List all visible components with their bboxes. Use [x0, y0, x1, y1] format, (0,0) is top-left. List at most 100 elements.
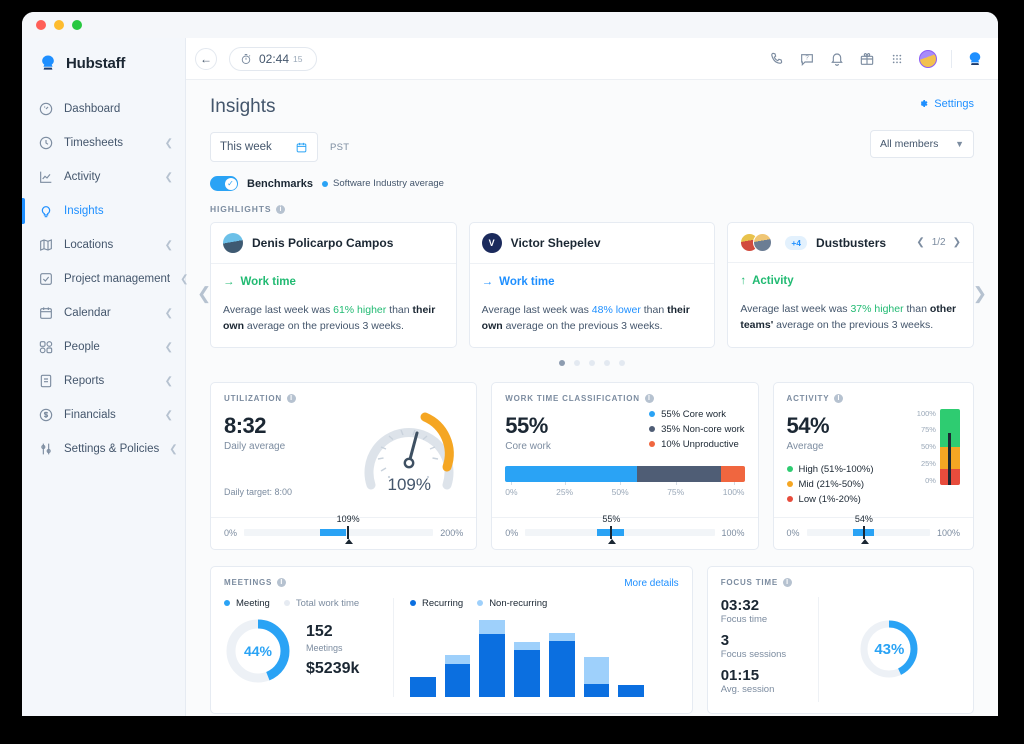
- carousel-dot[interactable]: [559, 360, 565, 366]
- activity-axis: 100% 75% 50% 25% 0%: [917, 409, 936, 485]
- gauge-icon: [38, 101, 54, 117]
- date-range-select[interactable]: This week: [210, 132, 318, 162]
- wtc-benchmark: 0% 55% 100%: [492, 517, 757, 549]
- info-icon[interactable]: i: [277, 578, 286, 587]
- carousel-dot[interactable]: [604, 360, 610, 366]
- sidebar-item-activity[interactable]: Activity ❮: [22, 160, 185, 194]
- wtc-axis: 0% 25% 50% 75% 100%: [505, 487, 744, 497]
- sidebar-item-insights[interactable]: Insights: [22, 194, 185, 228]
- chart-icon: [38, 169, 54, 185]
- window-maximize-button[interactable]: [72, 20, 82, 30]
- meetings-summary: Meeting Total work time: [224, 598, 394, 697]
- sidebar-item-timesheets[interactable]: Timesheets ❮: [22, 126, 185, 160]
- benchmark-scale[interactable]: 109%: [244, 529, 433, 536]
- info-icon[interactable]: i: [783, 578, 792, 587]
- brand[interactable]: Hubstaff: [22, 38, 185, 88]
- highlight-card-name: Dustbusters: [816, 236, 886, 250]
- carousel-prev-button[interactable]: ❮: [197, 284, 211, 304]
- scale-min: 0%: [505, 528, 518, 538]
- gift-icon[interactable]: [859, 51, 875, 67]
- bar-column[interactable]: [618, 685, 644, 697]
- legend-item: Non-recurring: [477, 598, 547, 609]
- chevron-left-icon: ❮: [165, 308, 173, 319]
- carousel-dot[interactable]: [619, 360, 625, 366]
- arrow-up-icon: ↑: [740, 275, 746, 287]
- more-details-link[interactable]: More details: [624, 578, 678, 589]
- highlight-metric[interactable]: → Work time: [223, 276, 444, 288]
- bell-icon[interactable]: [829, 51, 845, 67]
- sidebar-item-locations[interactable]: Locations ❮: [22, 228, 185, 262]
- bar-column[interactable]: [584, 657, 610, 697]
- activity-card: Activity i 54% Average High (51%-100%) M…: [773, 382, 974, 550]
- meetings-count: 152: [306, 623, 359, 641]
- bar-column[interactable]: [549, 633, 575, 697]
- carousel-dot[interactable]: [574, 360, 580, 366]
- legend-label: Non-recurring: [489, 598, 547, 609]
- app-window: Hubstaff Dashboard Timesheets ❮ Activity…: [22, 12, 998, 716]
- sidebar-item-label: Financials: [64, 409, 155, 421]
- svg-text:?: ?: [805, 55, 809, 61]
- benchmarks-toggle[interactable]: ✓: [210, 176, 238, 191]
- text-after: average on the previous 3 weeks.: [244, 320, 404, 332]
- back-button[interactable]: ←: [195, 48, 217, 70]
- sidebar-item-reports[interactable]: Reports ❮: [22, 364, 185, 398]
- settings-link[interactable]: Settings: [917, 98, 974, 110]
- scale-min: 0%: [224, 528, 237, 538]
- legend-item: Total work time: [284, 598, 359, 609]
- highlight-metric[interactable]: ↑ Activity: [740, 275, 961, 287]
- legend-item: 10% Unproductive: [649, 439, 744, 450]
- legend-dot-icon: [322, 181, 328, 187]
- sidebar-item-settings-policies[interactable]: Settings & Policies ❮: [22, 432, 185, 466]
- text-after: average on the previous 3 weeks.: [773, 319, 933, 331]
- info-icon[interactable]: i: [645, 394, 654, 403]
- sidebar-item-calendar[interactable]: Calendar ❮: [22, 296, 185, 330]
- bar-column[interactable]: [479, 620, 505, 697]
- bar-column[interactable]: [410, 677, 436, 697]
- hubstaff-logo-icon[interactable]: [966, 50, 984, 68]
- card-pager: ❮ 1/2 ❯: [916, 237, 961, 248]
- highlight-card[interactable]: +4 Dustbusters ❮ 1/2 ❯ ↑: [727, 222, 974, 348]
- divider: [951, 50, 952, 68]
- phone-icon[interactable]: [769, 51, 785, 67]
- info-icon[interactable]: i: [276, 205, 285, 214]
- bottom-cards-row: Meetings i More details Meeting Total wo…: [210, 566, 974, 714]
- focus-stat-value: 03:32: [721, 597, 818, 614]
- metric-cards-row: Utilization i 8:32 Daily average Daily t…: [210, 382, 974, 550]
- chevron-left-icon: ❮: [169, 444, 177, 455]
- window-titlebar: [22, 12, 998, 38]
- grid-icon[interactable]: [889, 51, 905, 67]
- pager-prev-button[interactable]: ❮: [916, 237, 924, 248]
- legend-dot-icon: [649, 426, 655, 432]
- settings-label: Settings: [934, 98, 974, 110]
- benchmark-scale[interactable]: 55%: [525, 529, 714, 536]
- bar-column[interactable]: [445, 655, 471, 697]
- carousel-next-button[interactable]: ❯: [973, 284, 987, 304]
- highlight-card[interactable]: Denis Policarpo Campos → Work time Avera…: [210, 222, 457, 348]
- help-icon[interactable]: ?: [799, 51, 815, 67]
- info-icon[interactable]: i: [834, 394, 843, 403]
- axis-tick: 0%: [917, 476, 936, 485]
- benchmarks-legend-label: Software Industry average: [333, 178, 444, 189]
- highlights-carousel: ❮ ❯ Denis Policarpo Campos → Work: [210, 222, 974, 366]
- meetings-title: Meetings i: [224, 578, 679, 587]
- sidebar-item-dashboard[interactable]: Dashboard: [22, 92, 185, 126]
- members-filter-select[interactable]: All members ▼: [870, 130, 974, 158]
- highlight-card[interactable]: V Victor Shepelev → Work time Average la…: [469, 222, 716, 348]
- info-icon[interactable]: i: [287, 394, 296, 403]
- map-icon: [38, 237, 54, 253]
- sidebar-item-financials[interactable]: Financials ❮: [22, 398, 185, 432]
- user-avatar[interactable]: [919, 50, 937, 68]
- carousel-dot[interactable]: [589, 360, 595, 366]
- scale-min: 0%: [787, 528, 800, 538]
- bar-segment-noncore: [637, 466, 721, 482]
- benchmark-scale[interactable]: 54%: [807, 529, 930, 536]
- window-close-button[interactable]: [36, 20, 46, 30]
- pager-next-button[interactable]: ❯: [953, 237, 961, 248]
- timer-widget[interactable]: 02:44 15: [229, 47, 317, 71]
- sidebar-item-project-management[interactable]: Project management ❮: [22, 262, 185, 296]
- highlight-metric[interactable]: → Work time: [482, 276, 703, 288]
- sidebar-item-people[interactable]: People ❮: [22, 330, 185, 364]
- activity-vertical-chart: 100% 75% 50% 25% 0%: [917, 409, 960, 509]
- bar-column[interactable]: [514, 642, 540, 697]
- window-minimize-button[interactable]: [54, 20, 64, 30]
